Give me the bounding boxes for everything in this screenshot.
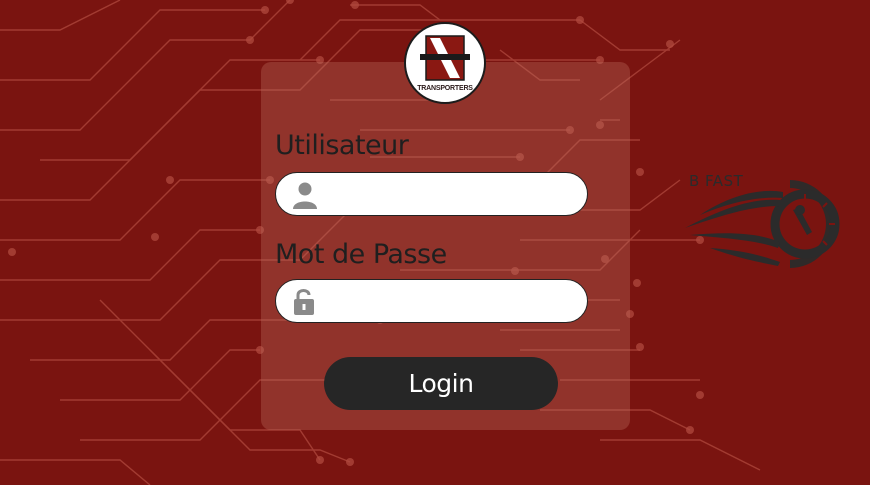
brand-text: B FAST [689,172,744,190]
password-input[interactable] [324,286,578,318]
user-icon [293,182,317,209]
password-label: Mot de Passe [275,239,447,270]
username-field[interactable] [275,172,588,216]
username-input[interactable] [324,179,578,211]
unlock-icon [294,289,314,315]
transporters-logo: TRANSPORTERS [404,22,486,104]
username-label: Utilisateur [275,130,409,161]
login-button[interactable]: Login [324,357,558,410]
logo-text: TRANSPORTERS [417,85,473,92]
password-field[interactable] [275,279,588,323]
